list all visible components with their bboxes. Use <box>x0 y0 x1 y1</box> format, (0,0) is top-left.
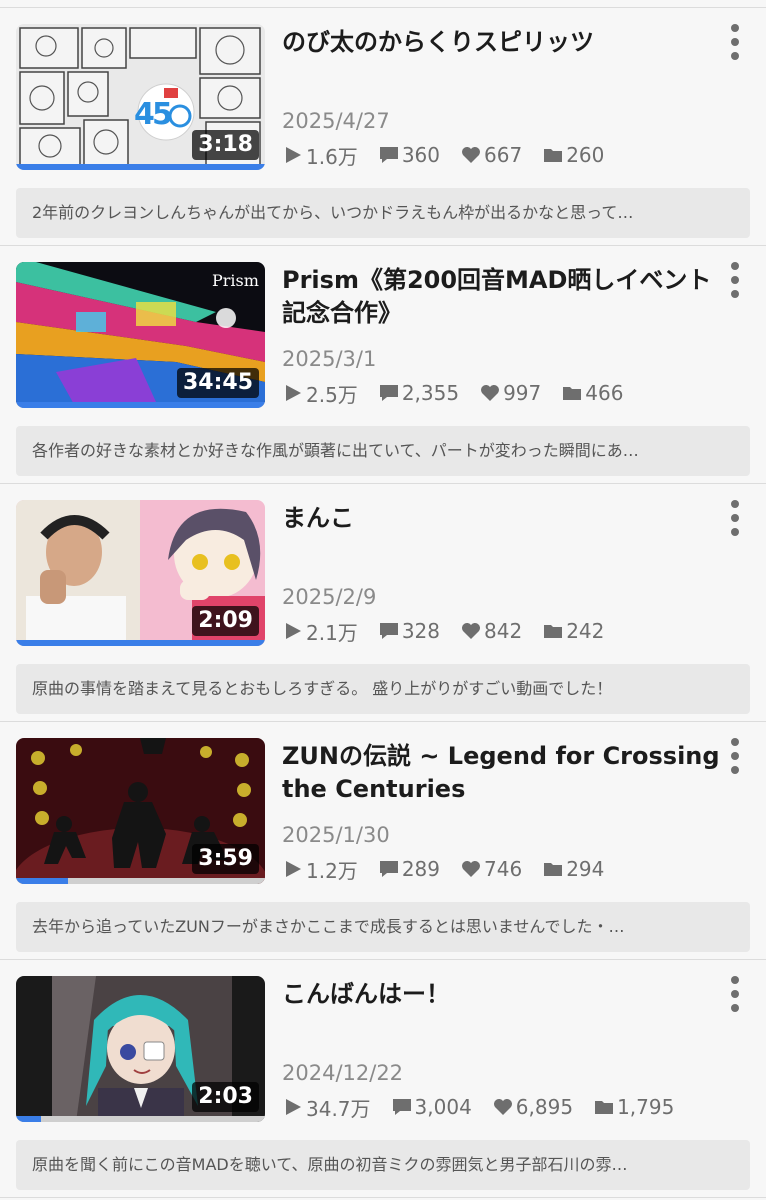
video-card[interactable]: 2:03 こんばんはー！ 2024/12/22 34.7万 3,004 6,89… <box>0 960 766 1198</box>
video-stats: 1.6万 360 667 260 <box>282 141 624 169</box>
comment-count: 360 <box>401 143 440 167</box>
play-icon <box>286 861 301 877</box>
view-count: 1.2万 <box>306 858 358 883</box>
video-title[interactable]: ZUNの伝説 ~ Legend for Crossing the Centuri… <box>282 740 722 806</box>
video-thumbnail[interactable]: 2:09 <box>16 500 265 646</box>
comment-icon <box>379 623 398 639</box>
duration-badge: 3:18 <box>192 130 259 160</box>
like-count: 997 <box>503 381 542 405</box>
kebab-menu-icon <box>731 24 739 32</box>
more-options-button[interactable] <box>724 24 746 60</box>
comment-count: 3,004 <box>414 1095 472 1119</box>
video-card[interactable]: 3:59 ZUNの伝説 ~ Legend for Crossing the Ce… <box>0 722 766 960</box>
video-title[interactable]: まんこ <box>282 502 722 535</box>
video-thumbnail[interactable]: 2:03 <box>16 976 265 1122</box>
card-divider <box>0 1197 766 1198</box>
mylist-count: 260 <box>566 143 605 167</box>
folder-icon <box>544 149 563 162</box>
video-stats: 1.2万 289 746 294 <box>282 855 624 883</box>
mylist-count: 242 <box>566 619 605 643</box>
folder-icon <box>544 625 563 638</box>
comment-icon <box>392 1099 411 1115</box>
comment-icon <box>379 861 398 877</box>
heart-icon <box>462 623 480 639</box>
duration-badge: 2:09 <box>192 606 259 636</box>
view-count: 34.7万 <box>306 1096 371 1121</box>
more-options-button[interactable] <box>724 738 746 774</box>
kebab-menu-icon <box>731 738 739 746</box>
like-count: 842 <box>484 619 523 643</box>
watch-progress-bar <box>16 402 265 408</box>
upload-date: 2025/2/9 <box>282 585 377 609</box>
more-options-button[interactable] <box>724 976 746 1012</box>
video-stats: 2.1万 328 842 242 <box>282 617 624 645</box>
top-comment[interactable]: 2年前のクレヨンしんちゃんが出てから、いつかドラえもん枠が出るかなと思って… <box>16 188 750 238</box>
video-card[interactable]: 4 5 3:18 のび太のからくりスピリッツ 2025/4/27 1.6万 36… <box>0 8 766 246</box>
heart-icon <box>462 861 480 877</box>
more-options-button[interactable] <box>724 262 746 298</box>
comment-icon <box>379 147 398 163</box>
video-thumbnail[interactable]: Prism 34:45 <box>16 262 265 408</box>
mylist-count: 466 <box>585 381 624 405</box>
watch-progress-fill <box>16 402 265 408</box>
more-options-button[interactable] <box>724 500 746 536</box>
comment-count: 289 <box>401 857 440 881</box>
watch-progress-fill <box>16 164 265 170</box>
video-title[interactable]: Prism《第200回音MAD晒しイベント記念合作》 <box>282 264 722 330</box>
top-comment[interactable]: 原曲の事情を踏まえて見るとおもしろすぎる。 盛り上がりがすごい動画でした！ <box>16 664 750 714</box>
like-count: 667 <box>484 143 523 167</box>
watch-progress-fill <box>16 878 69 884</box>
watch-progress-fill <box>16 1116 41 1122</box>
kebab-menu-icon <box>731 500 739 508</box>
video-thumbnail[interactable]: 3:59 <box>16 738 265 884</box>
video-card[interactable]: 2:09 まんこ 2025/2/9 2.1万 328 842 242 原曲の事情… <box>0 484 766 722</box>
upload-date: 2025/4/27 <box>282 109 390 133</box>
heart-icon <box>493 1099 512 1115</box>
upload-date: 2025/3/1 <box>282 347 377 371</box>
upload-date: 2024/12/22 <box>282 1061 404 1085</box>
view-count: 2.5万 <box>306 382 358 407</box>
kebab-menu-icon <box>731 262 739 270</box>
comment-count: 328 <box>401 619 440 643</box>
video-stats: 2.5万 2,355 997 466 <box>282 379 643 407</box>
top-comment[interactable]: 原曲を聞く前にこの音MADを聴いて、原曲の初音ミクの雰囲気と男子部石川の雰… <box>16 1140 750 1190</box>
watch-progress-bar <box>16 878 265 884</box>
video-thumbnail[interactable]: 4 5 3:18 <box>16 24 265 170</box>
view-count: 1.6万 <box>306 144 358 169</box>
comment-icon <box>379 385 398 401</box>
heart-icon <box>462 147 480 163</box>
watch-progress-bar <box>16 1116 265 1122</box>
video-title[interactable]: のび太のからくりスピリッツ <box>282 26 722 59</box>
play-icon <box>286 1099 301 1115</box>
comment-count: 2,355 <box>401 381 460 405</box>
view-count: 2.1万 <box>306 620 358 645</box>
svg-text:Prism: Prism <box>212 271 259 290</box>
like-count: 746 <box>484 857 523 881</box>
play-icon <box>286 623 301 639</box>
video-stats: 34.7万 3,004 6,895 1,795 <box>282 1093 694 1121</box>
mylist-count: 1,795 <box>617 1095 675 1119</box>
mylist-count: 294 <box>566 857 605 881</box>
video-list: 4 5 3:18 のび太のからくりスピリッツ 2025/4/27 1.6万 36… <box>0 0 766 1200</box>
kebab-menu-icon <box>731 976 739 984</box>
folder-icon <box>595 1101 614 1114</box>
folder-icon <box>544 863 563 876</box>
top-comment[interactable]: 去年から追っていたZUNフーがまさかここまで成長するとは思いませんでした・… <box>16 902 750 952</box>
video-title[interactable]: こんばんはー！ <box>282 978 722 1011</box>
watch-progress-bar <box>16 164 265 170</box>
duration-badge: 34:45 <box>176 368 259 398</box>
folder-icon <box>563 387 582 400</box>
heart-icon <box>481 385 500 401</box>
like-count: 6,895 <box>515 1095 574 1119</box>
duration-badge: 3:59 <box>192 844 259 874</box>
duration-badge: 2:03 <box>192 1082 259 1112</box>
play-icon <box>286 147 301 163</box>
watch-progress-bar <box>16 640 265 646</box>
upload-date: 2025/1/30 <box>282 823 390 847</box>
play-icon <box>286 385 301 401</box>
top-comment[interactable]: 各作者の好きな素材とか好きな作風が顕著に出ていて、パートが変わった瞬間にあ… <box>16 426 750 476</box>
watch-progress-fill <box>16 640 265 646</box>
video-card[interactable]: Prism 34:45 Prism《第200回音MAD晒しイベント記念合作》 2… <box>0 246 766 484</box>
